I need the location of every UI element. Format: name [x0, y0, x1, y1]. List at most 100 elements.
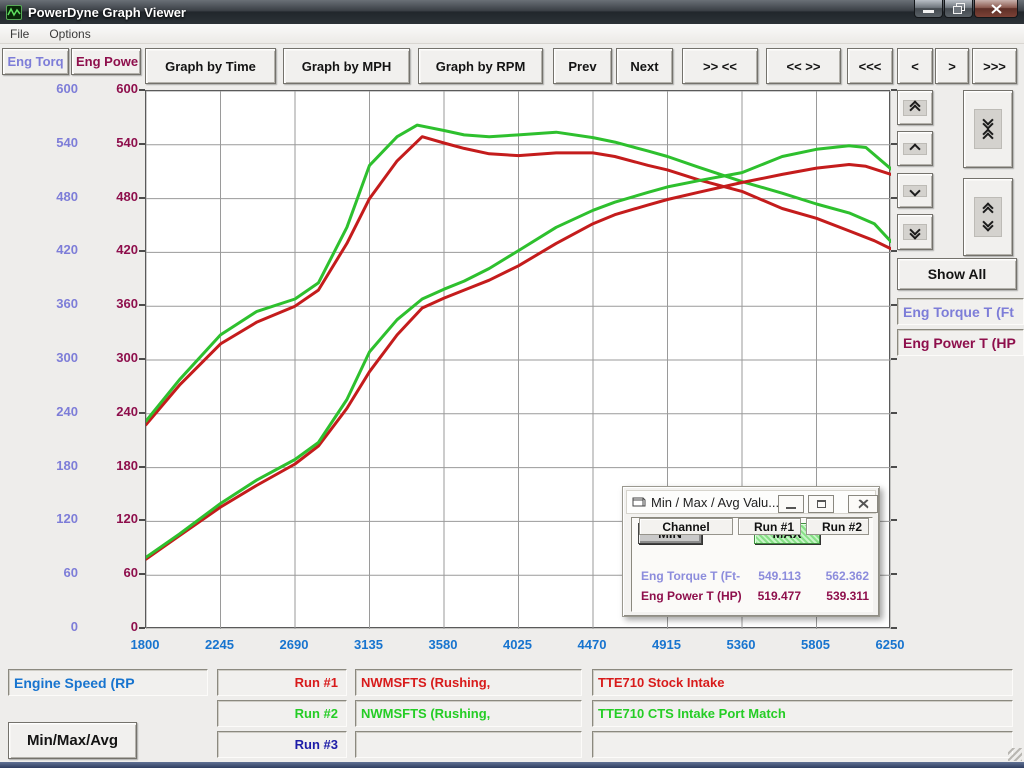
minmax-window-icon: [632, 496, 646, 508]
power-axis-tick-label: 60: [96, 565, 138, 580]
y-axis-tick-left: [139, 466, 145, 468]
scroll-left-button[interactable]: <: [897, 48, 933, 84]
scale-up-fast-button[interactable]: [897, 90, 933, 125]
y-axis-tick-right: [891, 250, 897, 252]
close-button[interactable]: [974, 0, 1018, 18]
zoom-out-x-button[interactable]: << >>: [766, 48, 841, 84]
y-axis-tick-left: [139, 519, 145, 521]
axis-power-button[interactable]: Eng Powe: [71, 48, 141, 75]
power-axis-tick-label: 120: [96, 511, 138, 526]
power-axis-tick-label: 0: [96, 619, 138, 634]
window-title: PowerDyne Graph Viewer: [28, 5, 186, 20]
y-axis-tick-left: [139, 573, 145, 575]
rpm-axis-tick-label: 4025: [487, 637, 549, 652]
prev-button[interactable]: Prev: [553, 48, 612, 84]
channel-power-label[interactable]: Eng Power T (HP: [897, 329, 1024, 356]
rpm-axis-tick-label: 3580: [412, 637, 474, 652]
minmax-close-button[interactable]: [848, 495, 878, 513]
run3-label: Run #3: [217, 731, 347, 758]
y-axis-tick-right: [891, 358, 897, 360]
run2-label: Run #2: [217, 700, 347, 727]
torque-axis-tick-label: 240: [36, 404, 78, 419]
minmax-window-title: Min / Max / Avg Valu...: [651, 495, 779, 510]
run1-label: Run #1: [217, 669, 347, 696]
minmax-window: Min / Max / Avg Valu... MIN MAX Channel …: [622, 486, 880, 617]
menu-bar: File Options: [0, 24, 1024, 44]
power-axis-tick-label: 240: [96, 404, 138, 419]
scale-up-button[interactable]: [897, 131, 933, 166]
y-axis-tick-right: [891, 573, 897, 575]
scroll-fast-right-button[interactable]: >>>: [972, 48, 1017, 84]
torque-axis-tick-label: 300: [36, 350, 78, 365]
resize-grip[interactable]: [1008, 748, 1022, 761]
minmax-torque-run2-value: 562.362: [806, 569, 869, 583]
restore-button[interactable]: [944, 0, 973, 18]
y-axis-tick-left: [139, 143, 145, 145]
minmax-col-run1: Run #1: [738, 518, 801, 535]
rpm-axis-tick-label: 5360: [710, 637, 772, 652]
rpm-axis-tick-label: 2245: [189, 637, 251, 652]
y-axis-tick-left: [139, 250, 145, 252]
torque-axis-tick-label: 420: [36, 242, 78, 257]
minimize-button[interactable]: [914, 0, 943, 18]
rpm-axis-tick-label: 5805: [785, 637, 847, 652]
torque-axis-tick-label: 540: [36, 135, 78, 150]
axis-torque-button[interactable]: Eng Torq: [2, 48, 69, 75]
zoom-in-x-button[interactable]: >> <<: [682, 48, 758, 84]
power-axis-tick-label: 360: [96, 296, 138, 311]
y-axis-tick-left: [139, 412, 145, 414]
window-bottom-border: [0, 762, 1024, 768]
y-axis-tick-right: [891, 519, 897, 521]
y-axis-tick-left: [139, 197, 145, 199]
show-all-button[interactable]: Show All: [897, 258, 1017, 290]
power-axis-tick-label: 600: [96, 81, 138, 96]
torque-axis-tick-label: 60: [36, 565, 78, 580]
graph-by-rpm-button[interactable]: Graph by RPM: [418, 48, 543, 84]
scale-down-button[interactable]: [897, 173, 933, 208]
run1-channel: NWMSFTS (Rushing,: [355, 669, 582, 696]
menu-file[interactable]: File: [0, 25, 39, 43]
run1-description: TTE710 Stock Intake: [592, 669, 1013, 696]
minmax-titlebar[interactable]: Min / Max / Avg Valu...: [626, 490, 876, 514]
menu-options[interactable]: Options: [39, 25, 100, 43]
y-axis-tick-left: [139, 304, 145, 306]
minmaxavg-button[interactable]: Min/Max/Avg: [8, 722, 137, 759]
y-axis-tick-left: [139, 627, 145, 629]
power-axis-tick-label: 420: [96, 242, 138, 257]
rpm-axis-tick-label: 4470: [561, 637, 623, 652]
rpm-axis-tick-label: 4915: [636, 637, 698, 652]
minmax-power-run1-value: 519.477: [738, 589, 801, 603]
power-axis-tick-label: 180: [96, 458, 138, 473]
minmax-minimize-button[interactable]: [778, 495, 804, 513]
minmax-col-run2: Run #2: [806, 518, 869, 535]
y-axis-tick-right: [891, 627, 897, 629]
run3-description: [592, 731, 1013, 758]
y-axis-tick-left: [139, 89, 145, 91]
minmax-torque-run1-value: 549.113: [738, 569, 801, 583]
y-axis-tick-left: [139, 358, 145, 360]
rpm-axis-tick-label: 3135: [338, 637, 400, 652]
scale-down-fast-button[interactable]: [897, 214, 933, 250]
graph-by-mph-button[interactable]: Graph by MPH: [283, 48, 410, 84]
scroll-right-button[interactable]: >: [935, 48, 969, 84]
torque-axis-tick-label: 480: [36, 189, 78, 204]
torque-axis-tick-label: 0: [36, 619, 78, 634]
channel-torque-label[interactable]: Eng Torque T (Ft: [897, 298, 1024, 325]
zoom-in-y-button[interactable]: [963, 90, 1013, 168]
minmax-row-power-channel: Eng Power T (HP): [641, 589, 742, 603]
torque-axis-tick-label: 120: [36, 511, 78, 526]
scroll-fast-left-button[interactable]: <<<: [847, 48, 893, 84]
title-bar: PowerDyne Graph Viewer: [0, 0, 1024, 24]
minmax-col-channel: Channel: [639, 518, 733, 535]
y-axis-tick-right: [891, 466, 897, 468]
torque-axis-tick-label: 180: [36, 458, 78, 473]
torque-axis-tick-label: 600: [36, 81, 78, 96]
x-channel-label: Engine Speed (RP: [8, 669, 208, 696]
torque-axis-tick-label: 360: [36, 296, 78, 311]
minmax-restore-button[interactable]: [808, 495, 834, 513]
power-axis-tick-label: 540: [96, 135, 138, 150]
graph-by-time-button[interactable]: Graph by Time: [145, 48, 276, 84]
zoom-out-y-button[interactable]: [963, 178, 1013, 256]
minmax-row-torque-channel: Eng Torque T (Ft-: [641, 569, 740, 583]
next-button[interactable]: Next: [616, 48, 673, 84]
